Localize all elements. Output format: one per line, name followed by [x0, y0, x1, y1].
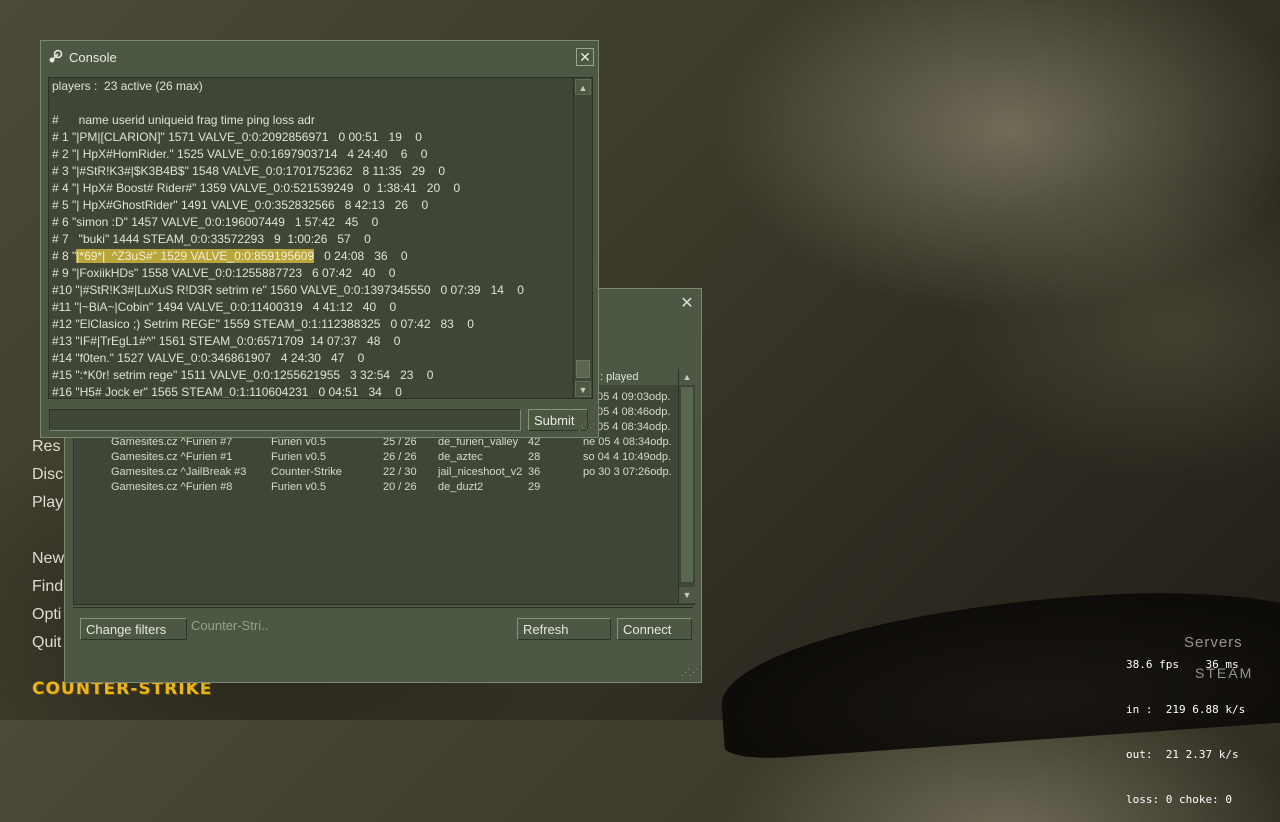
- cell-map: de_duzt2: [438, 481, 484, 493]
- cell-last-played: po 30 3 07:26odp.: [583, 466, 672, 478]
- cell-server-name: Gamesites.cz ^Furien #8: [111, 481, 233, 493]
- console-line: #16 "H5# Jock er" 1565 STEAM_0:1:1106042…: [52, 385, 402, 399]
- console-line: # 5 "| HpX#GhostRider" 1491 VALVE_0:0:35…: [52, 198, 429, 212]
- console-line: # 4 "| HpX# Boost# Rider#" 1359 VALVE_0:…: [52, 181, 461, 195]
- selected-text: |*69*| ^Z3uS#" 1529 VALVE_0:0:859195609: [76, 249, 315, 263]
- cell-last-played: 05 4 08:46odp.: [597, 406, 671, 418]
- server-browser-footer: Change filters Counter-Stri.. Refresh Co…: [73, 607, 693, 652]
- server-list-scrollbar[interactable]: ▲ ▼: [678, 369, 695, 603]
- cell-server-name: Gamesites.cz ^JailBreak #3: [111, 466, 247, 478]
- loss-readout: loss: 0 choke: 0: [1126, 793, 1232, 806]
- refresh-button[interactable]: Refresh: [517, 618, 611, 640]
- fps-readout: 38.6 fps: [1126, 658, 1179, 671]
- resize-grip-icon[interactable]: ⋰⋰: [681, 667, 698, 678]
- scroll-down-icon[interactable]: ▼: [679, 587, 695, 603]
- console-line-selected: # 8 "|*69*| ^Z3uS#" 1529 VALVE_0:0:85919…: [52, 248, 408, 265]
- menu-item-play[interactable]: Play: [32, 494, 63, 512]
- menu-item-quit[interactable]: Quit: [32, 634, 61, 652]
- net-graph: 38.6 fps 36 ms in : 219 6.88 k/s out: 21…: [1126, 627, 1245, 822]
- out-readout: out: 21 2.37 k/s: [1126, 748, 1239, 761]
- cell-latency: 28: [528, 451, 541, 463]
- cell-game: Furien v0.5: [271, 481, 327, 493]
- steam-icon: [47, 49, 63, 65]
- close-icon[interactable]: ✕: [678, 295, 696, 313]
- console-line: #12 "ElClasico ;) Setrim REGE" 1559 STEA…: [52, 317, 474, 331]
- console-title: Console: [69, 50, 117, 65]
- console-line: # 1 "|PM|[CLARION]" 1571 VALVE_0:0:20928…: [52, 130, 422, 144]
- cell-game: Counter-Strike: [271, 466, 342, 478]
- change-filters-button[interactable]: Change filters: [80, 618, 187, 640]
- cell-last-played: 05 4 09:03odp.: [597, 391, 671, 403]
- scroll-up-icon[interactable]: ▲: [679, 369, 695, 385]
- cell-players: 22 / 30: [383, 466, 417, 478]
- cell-game: Furien v0.5: [271, 451, 327, 463]
- connect-button[interactable]: Connect: [617, 618, 692, 640]
- cell-players: 20 / 26: [383, 481, 417, 493]
- console-line: #13 "IF#|TrEgL1#^" 1561 STEAM_0:0:657170…: [52, 334, 401, 348]
- console-line: # 7 "buki" 1444 STEAM_0:0:33572293 9 1:0…: [52, 232, 371, 246]
- scrollbar-thumb[interactable]: [576, 360, 590, 378]
- close-icon[interactable]: ✕: [576, 48, 594, 66]
- scroll-up-icon[interactable]: ▲: [575, 79, 591, 95]
- column-header-last-played[interactable]: : played: [595, 369, 680, 385]
- resize-grip-icon[interactable]: ⋰⋰: [578, 422, 595, 433]
- console-output: players : 23 active (26 max) # name user…: [48, 77, 593, 399]
- cell-players: 26 / 26: [383, 451, 417, 463]
- filter-summary: Counter-Stri..: [191, 618, 269, 633]
- cell-last-played: so 04 4 10:49odp.: [583, 451, 672, 463]
- menu-item-new-game[interactable]: New: [32, 550, 64, 568]
- console-line: #10 "|#StR!K3#|LuXuS R!D3R setrim re" 15…: [52, 283, 524, 297]
- cell-map: jail_niceshoot_v2: [438, 466, 523, 478]
- line-suffix: 0 24:08 36 0: [314, 249, 408, 263]
- menu-item-options[interactable]: Opti: [32, 606, 61, 624]
- console-window: Console ✕ players : 23 active (26 max) #…: [40, 40, 599, 438]
- menu-item-disconnect[interactable]: Disc: [32, 466, 63, 484]
- menu-item-find-servers[interactable]: Find: [32, 578, 63, 596]
- console-scrollbar[interactable]: ▲ ▼: [573, 78, 592, 398]
- scrollbar-thumb[interactable]: [681, 387, 693, 582]
- cell-last-played: 05 4 08:34odp.: [597, 421, 671, 433]
- console-line: # 9 "|FoxiikHDs" 1558 VALVE_0:0:12558877…: [52, 266, 396, 280]
- console-line: # 2 "| HpX#HomRider." 1525 VALVE_0:0:169…: [52, 147, 428, 161]
- console-input[interactable]: [49, 409, 521, 431]
- scroll-down-icon[interactable]: ▼: [575, 381, 591, 397]
- cell-server-name: Gamesites.cz ^Furien #1: [111, 451, 233, 463]
- console-line: # 6 "simon :D" 1457 VALVE_0:0:196007449 …: [52, 215, 379, 229]
- cell-map: de_aztec: [438, 451, 483, 463]
- console-line: players : 23 active (26 max): [52, 79, 203, 93]
- in-readout: in : 219 6.88 k/s: [1126, 703, 1246, 716]
- cell-latency: 36: [528, 466, 541, 478]
- console-line: # name userid uniqueid frag time ping lo…: [52, 113, 315, 127]
- console-line: #14 "f0ten." 1527 VALVE_0:0:346861907 4 …: [52, 351, 365, 365]
- console-line: # 3 "|#StR!K3#|$K3B4B$" 1548 VALVE_0:0:1…: [52, 164, 446, 178]
- line-prefix: # 8 ": [52, 249, 77, 263]
- console-line: #11 "|~BiA~|Cobin" 1494 VALVE_0:0:114003…: [52, 300, 397, 314]
- ping-readout: 36 ms: [1205, 658, 1239, 671]
- menu-item-resume[interactable]: Res: [32, 438, 60, 456]
- console-line: #15 ":*K0r! setrim rege" 1511 VALVE_0:0:…: [52, 368, 434, 382]
- cell-latency: 29: [528, 481, 541, 493]
